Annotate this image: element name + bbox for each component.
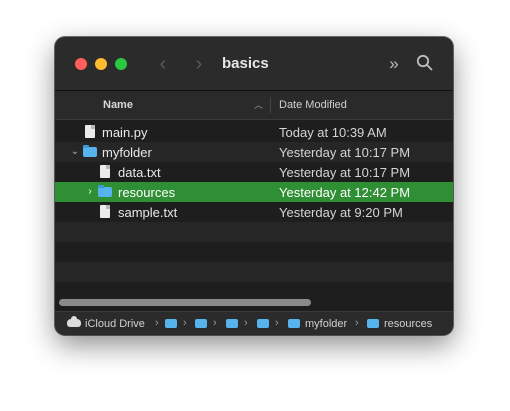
horizontal-scrollbar[interactable] [55,296,453,310]
chevron-right-icon: › [275,317,279,329]
folder-icon [83,145,97,157]
file-name: sample.txt [118,205,178,220]
back-button[interactable]: ‹ [154,53,172,75]
scroll-thumb[interactable] [59,299,311,306]
chevron-right-icon: › [155,317,159,329]
chevron-right-icon: › [355,317,359,329]
title-bar: ‹ › basics » [55,37,453,91]
forward-button[interactable]: › [190,53,208,75]
empty-row [55,242,453,262]
sort-ascending-icon: ︿ [254,100,264,110]
finder-window: ‹ › basics » Name ︿ Date Modified main.p… [55,37,453,335]
list-item-selected[interactable]: › resources Yesterday at 12:42 PM [55,182,453,202]
search-button[interactable] [414,54,434,74]
document-icon [85,125,95,138]
file-name: data.txt [118,165,161,180]
file-date: Yesterday at 10:17 PM [279,145,411,160]
list-item[interactable]: ⌄ myfolder Yesterday at 10:17 PM [55,142,453,162]
folder-icon[interactable] [257,319,269,328]
double-chevron-icon: » [389,54,399,73]
folder-icon[interactable] [195,319,207,328]
file-date: Yesterday at 9:20 PM [279,205,403,220]
path-item-resources[interactable]: resources [384,317,432,331]
zoom-button[interactable] [115,58,127,70]
document-icon [100,165,110,178]
folder-icon [367,319,379,328]
column-divider[interactable] [270,97,271,113]
minimize-button[interactable] [95,58,107,70]
disclosure-collapsed-icon[interactable]: › [84,185,96,199]
empty-row [55,262,453,282]
file-name: resources [118,185,176,200]
chevron-right-icon: › [213,317,217,329]
file-date: Yesterday at 10:17 PM [279,165,411,180]
search-icon [416,54,432,71]
more-toolbar-button[interactable]: » [384,54,404,74]
list-item[interactable]: data.txt Yesterday at 10:17 PM [55,162,453,182]
chevron-right-icon: › [244,317,248,329]
disclosure-expanded-icon[interactable]: ⌄ [69,145,81,159]
file-name: myfolder [102,145,152,160]
path-bar: iCloud Drive › › › › › myfolder › resour… [55,311,453,335]
file-list: main.py Today at 10:39 AM ⌄ myfolder Yes… [55,120,453,296]
chevron-left-icon: ‹ [159,53,167,75]
file-date: Yesterday at 12:42 PM [279,185,411,200]
folder-icon[interactable] [165,319,177,328]
folder-icon[interactable] [226,319,238,328]
chevron-right-icon: › [195,53,203,75]
column-date-header[interactable]: Date Modified [279,99,347,111]
chevron-right-icon: › [183,317,187,329]
list-item[interactable]: main.py Today at 10:39 AM [55,122,453,142]
file-date: Today at 10:39 AM [279,125,387,140]
list-item[interactable]: sample.txt Yesterday at 9:20 PM [55,202,453,222]
cloud-icon [67,316,81,327]
close-button[interactable] [75,58,87,70]
path-item-root[interactable]: iCloud Drive [85,317,145,331]
window-title: basics [222,55,269,72]
empty-row [55,222,453,242]
folder-icon [288,319,300,328]
column-header: Name ︿ Date Modified [55,91,453,120]
folder-icon [98,185,112,197]
column-name-header[interactable]: Name [103,99,133,111]
document-icon [100,205,110,218]
path-item-myfolder[interactable]: myfolder [305,317,347,331]
file-name: main.py [102,125,148,140]
